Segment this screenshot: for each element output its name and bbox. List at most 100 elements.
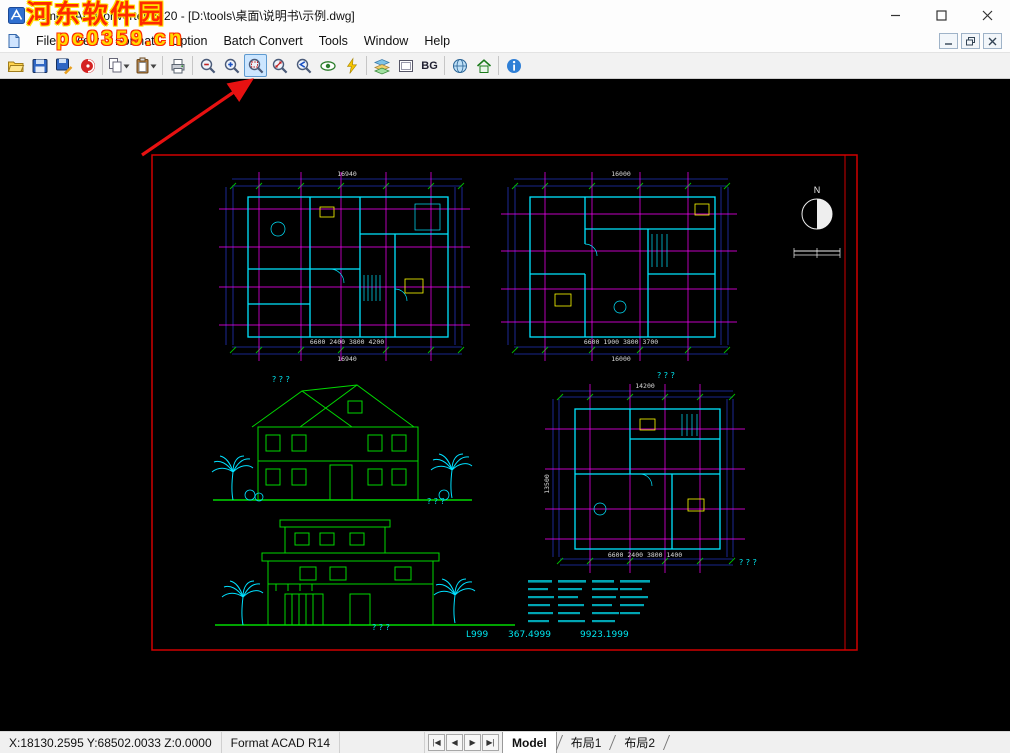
mdi-minimize-icon [944,37,953,46]
menu-file[interactable]: File [28,32,64,50]
dim-plan2-top: 16000 [611,170,631,178]
info-icon [505,57,523,75]
sheet-tabs: Model 布局1 布局2 [502,732,669,753]
zoom-window-button[interactable] [244,54,267,77]
drawing-canvas[interactable]: 16940 6600 2400 3800 4200 16940 [0,79,1010,731]
svg-text:? ? ?: ? ? ? [739,558,757,567]
zoom-in-button[interactable] [220,54,243,77]
print-button[interactable] [166,54,189,77]
document-icon[interactable] [6,33,22,49]
dim-plan2-total: 16000 [611,355,631,363]
lightning-icon [343,57,361,75]
statusbar: X:18130.2595 Y:68502.0033 Z:0.0000 Forma… [0,731,1010,753]
zoom-out-button[interactable] [196,54,219,77]
prev-tab-button[interactable]: ◀ [446,734,463,751]
zoom-dynamic-button[interactable] [268,54,291,77]
menu-window[interactable]: Window [356,32,416,50]
footer-value-1: 367.4999 [508,630,551,640]
about-button[interactable] [502,54,525,77]
mdi-close-button[interactable] [983,33,1002,49]
home-icon [475,57,493,75]
printer-icon [169,57,187,75]
save-floppy-icon [31,57,49,75]
sheet-border [152,155,857,650]
pdf-export-icon [79,57,97,75]
north-label: N [814,185,821,195]
menu-tools[interactable]: Tools [311,32,356,50]
zoom-dynamic-icon [271,57,289,75]
close-button[interactable] [964,0,1010,30]
dim-plan3-top: 14200 [635,382,655,390]
sheet-footer: L999 367.4999 9923.1999 [466,630,629,640]
save-as-button[interactable] [52,54,75,77]
svg-text:? ? ?: ? ? ? [272,375,290,384]
svg-text:? ? ?: ? ? ? [427,497,445,506]
zoom-out-icon [199,57,217,75]
menu-batch-convert[interactable]: Batch Convert [215,32,310,50]
chevron-down-icon [123,57,130,75]
toolbar-separator [498,56,499,75]
open-button[interactable] [4,54,27,77]
titlebar: Acme CAD Converter 2020 - [D:\tools\桌面\说… [0,0,1010,30]
app-icon [8,7,25,24]
first-tab-button[interactable]: |◀ [428,734,445,751]
floor-plan-3: 14200 13500 6600 2400 3800 1400 [543,382,745,573]
chevron-down-icon [150,57,157,75]
menubar: File View Format Option Batch Convert To… [0,30,1010,52]
export-pdf-button[interactable] [76,54,99,77]
copy-icon [108,57,123,75]
dim-plan1-bottom: 6600 2400 3800 4200 [310,338,384,346]
tab-model[interactable]: Model [502,732,557,753]
menu-format[interactable]: Format [107,32,163,50]
level-marks: ? ? ? ? ? ? ? ? ? ? ? ? ? ? ? [272,371,757,632]
view-button[interactable] [316,54,339,77]
clipboard-button[interactable] [133,54,159,77]
tree [434,579,475,623]
window-title: Acme CAD Converter 2020 - [D:\tools\桌面\说… [32,7,872,24]
zoom-in-icon [223,57,241,75]
zoom-window-icon [247,57,265,75]
bg-color-button[interactable]: BG [418,54,441,77]
globe-icon [451,57,469,75]
toolbar-separator [444,56,445,75]
eye-icon [319,57,337,75]
svg-text:? ? ?: ? ? ? [657,371,675,380]
tab-layout1[interactable]: 布局1 [562,732,611,753]
tab-separator [663,735,670,750]
elevation-1 [213,385,472,500]
zoom-previous-icon [295,57,313,75]
maximize-button[interactable] [918,0,964,30]
menu-help[interactable]: Help [416,32,458,50]
menu-view[interactable]: View [64,32,107,50]
mdi-restore-button[interactable] [961,33,980,49]
minimize-icon [890,10,901,21]
last-tab-button[interactable]: ▶| [482,734,499,751]
next-tab-button[interactable]: ▶ [464,734,481,751]
copy-button[interactable] [106,54,132,77]
flash-button[interactable] [340,54,363,77]
footer-label: L999 [466,630,488,640]
tree [431,454,472,498]
clipboard-icon [135,57,150,75]
home-button[interactable] [472,54,495,77]
zoom-previous-button[interactable] [292,54,315,77]
open-folder-icon [7,57,25,75]
sheet-tab-nav: |◀ ◀ ▶ ▶| [425,732,502,753]
toolbar: BG [0,52,1010,79]
coordinates-display: X:18130.2595 Y:68502.0033 Z:0.0000 [0,732,222,753]
minimize-button[interactable] [872,0,918,30]
toolbar-separator [102,56,103,75]
elevation-2 [215,520,515,625]
tree [212,456,253,500]
layers-icon [373,57,391,75]
globe-button[interactable] [448,54,471,77]
save-button[interactable] [28,54,51,77]
tree [222,581,263,625]
menu-option[interactable]: Option [163,32,216,50]
dim-plan3-bottom: 6600 2400 3800 1400 [608,551,682,559]
tab-layout2[interactable]: 布局2 [615,732,664,753]
format-display: Format ACAD R14 [222,732,340,753]
frame-button[interactable] [394,54,417,77]
layers-button[interactable] [370,54,393,77]
mdi-minimize-button[interactable] [939,33,958,49]
